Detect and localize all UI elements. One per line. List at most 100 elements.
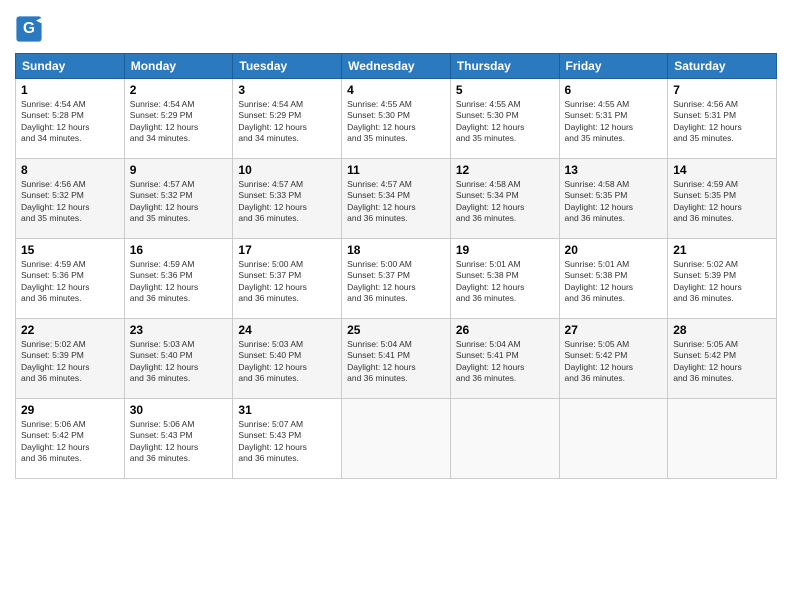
- day-number: 11: [347, 163, 445, 177]
- day-info: Sunrise: 4:55 AM Sunset: 5:31 PM Dayligh…: [565, 99, 663, 145]
- day-info: Sunrise: 5:04 AM Sunset: 5:41 PM Dayligh…: [456, 339, 554, 385]
- day-info: Sunrise: 5:01 AM Sunset: 5:38 PM Dayligh…: [565, 259, 663, 305]
- day-number: 17: [238, 243, 336, 257]
- day-number: 19: [456, 243, 554, 257]
- day-number: 13: [565, 163, 663, 177]
- calendar-cell: 9 Sunrise: 4:57 AM Sunset: 5:32 PM Daylig…: [124, 159, 233, 239]
- weekday-saturday: Saturday: [668, 54, 777, 79]
- day-number: 30: [130, 403, 228, 417]
- weekday-header-row: SundayMondayTuesdayWednesdayThursdayFrid…: [16, 54, 777, 79]
- day-number: 18: [347, 243, 445, 257]
- calendar-cell: 13 Sunrise: 4:58 AM Sunset: 5:35 PM Dayli…: [559, 159, 668, 239]
- day-info: Sunrise: 4:57 AM Sunset: 5:32 PM Dayligh…: [130, 179, 228, 225]
- day-info: Sunrise: 5:00 AM Sunset: 5:37 PM Dayligh…: [238, 259, 336, 305]
- day-info: Sunrise: 5:00 AM Sunset: 5:37 PM Dayligh…: [347, 259, 445, 305]
- weekday-wednesday: Wednesday: [342, 54, 451, 79]
- calendar-cell: 27Sunrise: 5:05 AM Sunset: 5:42 PM Dayli…: [559, 319, 668, 399]
- day-info: Sunrise: 4:54 AM Sunset: 5:28 PM Dayligh…: [21, 99, 119, 145]
- day-info: Sunrise: 4:56 AM Sunset: 5:32 PM Dayligh…: [21, 179, 119, 225]
- calendar-cell: [668, 399, 777, 479]
- day-info: Sunrise: 5:03 AM Sunset: 5:40 PM Dayligh…: [130, 339, 228, 385]
- week-row-5: 29 Sunrise: 5:06 AM Sunset: 5:42 PM Dayli…: [16, 399, 777, 479]
- day-number: 8: [21, 163, 119, 177]
- weekday-sunday: Sunday: [16, 54, 125, 79]
- calendar-cell: [342, 399, 451, 479]
- calendar-cell: 30 Sunrise: 5:06 AM Sunset: 5:43 PM Dayli…: [124, 399, 233, 479]
- calendar-cell: 21 Sunrise: 5:02 AM Sunset: 5:39 PM Dayli…: [668, 239, 777, 319]
- calendar-cell: 7 Sunrise: 4:56 AM Sunset: 5:31 PM Daylig…: [668, 79, 777, 159]
- week-row-2: 8 Sunrise: 4:56 AM Sunset: 5:32 PM Daylig…: [16, 159, 777, 239]
- day-info: Sunrise: 4:55 AM Sunset: 5:30 PM Dayligh…: [456, 99, 554, 145]
- calendar-cell: 3 Sunrise: 4:54 AM Sunset: 5:29 PM Daylig…: [233, 79, 342, 159]
- weekday-friday: Friday: [559, 54, 668, 79]
- day-number: 29: [21, 403, 119, 417]
- day-number: 24: [238, 323, 336, 337]
- calendar-cell: 4Sunrise: 4:55 AM Sunset: 5:30 PM Daylig…: [342, 79, 451, 159]
- day-number: 14: [673, 163, 771, 177]
- calendar-cell: 2 Sunrise: 4:54 AM Sunset: 5:29 PM Daylig…: [124, 79, 233, 159]
- calendar-cell: 12Sunrise: 4:58 AM Sunset: 5:34 PM Dayli…: [450, 159, 559, 239]
- day-number: 10: [238, 163, 336, 177]
- page-container: G SundayMondayTuesdayWednesdayThursdayFr…: [0, 0, 792, 489]
- day-info: Sunrise: 5:04 AM Sunset: 5:41 PM Dayligh…: [347, 339, 445, 385]
- day-number: 9: [130, 163, 228, 177]
- day-info: Sunrise: 5:02 AM Sunset: 5:39 PM Dayligh…: [673, 259, 771, 305]
- calendar-cell: 16 Sunrise: 4:59 AM Sunset: 5:36 PM Dayli…: [124, 239, 233, 319]
- day-info: Sunrise: 4:56 AM Sunset: 5:31 PM Dayligh…: [673, 99, 771, 145]
- weekday-thursday: Thursday: [450, 54, 559, 79]
- day-info: Sunrise: 4:54 AM Sunset: 5:29 PM Dayligh…: [238, 99, 336, 145]
- calendar-cell: 19 Sunrise: 5:01 AM Sunset: 5:38 PM Dayli…: [450, 239, 559, 319]
- logo: G: [15, 15, 47, 43]
- calendar-cell: 20 Sunrise: 5:01 AM Sunset: 5:38 PM Dayli…: [559, 239, 668, 319]
- day-number: 31: [238, 403, 336, 417]
- day-info: Sunrise: 5:01 AM Sunset: 5:38 PM Dayligh…: [456, 259, 554, 305]
- day-number: 22: [21, 323, 119, 337]
- day-number: 7: [673, 83, 771, 97]
- calendar-cell: 8 Sunrise: 4:56 AM Sunset: 5:32 PM Daylig…: [16, 159, 125, 239]
- calendar-cell: 14Sunrise: 4:59 AM Sunset: 5:35 PM Dayli…: [668, 159, 777, 239]
- calendar-cell: 22 Sunrise: 5:02 AM Sunset: 5:39 PM Dayli…: [16, 319, 125, 399]
- day-number: 20: [565, 243, 663, 257]
- calendar-cell: 1 Sunrise: 4:54 AM Sunset: 5:28 PM Daylig…: [16, 79, 125, 159]
- weekday-tuesday: Tuesday: [233, 54, 342, 79]
- day-number: 1: [21, 83, 119, 97]
- day-info: Sunrise: 4:59 AM Sunset: 5:36 PM Dayligh…: [21, 259, 119, 305]
- day-number: 6: [565, 83, 663, 97]
- calendar: SundayMondayTuesdayWednesdayThursdayFrid…: [15, 53, 777, 479]
- day-number: 21: [673, 243, 771, 257]
- day-number: 12: [456, 163, 554, 177]
- day-number: 25: [347, 323, 445, 337]
- day-info: Sunrise: 4:57 AM Sunset: 5:33 PM Dayligh…: [238, 179, 336, 225]
- week-row-1: 1 Sunrise: 4:54 AM Sunset: 5:28 PM Daylig…: [16, 79, 777, 159]
- day-info: Sunrise: 5:02 AM Sunset: 5:39 PM Dayligh…: [21, 339, 119, 385]
- day-info: Sunrise: 5:05 AM Sunset: 5:42 PM Dayligh…: [673, 339, 771, 385]
- calendar-cell: 24 Sunrise: 5:03 AM Sunset: 5:40 PM Dayli…: [233, 319, 342, 399]
- calendar-cell: 28 Sunrise: 5:05 AM Sunset: 5:42 PM Dayli…: [668, 319, 777, 399]
- day-info: Sunrise: 5:07 AM Sunset: 5:43 PM Dayligh…: [238, 419, 336, 465]
- calendar-cell: 10 Sunrise: 4:57 AM Sunset: 5:33 PM Dayli…: [233, 159, 342, 239]
- day-info: Sunrise: 5:03 AM Sunset: 5:40 PM Dayligh…: [238, 339, 336, 385]
- day-number: 28: [673, 323, 771, 337]
- day-number: 15: [21, 243, 119, 257]
- day-number: 2: [130, 83, 228, 97]
- svg-text:G: G: [23, 20, 35, 37]
- calendar-cell: 23 Sunrise: 5:03 AM Sunset: 5:40 PM Dayli…: [124, 319, 233, 399]
- day-info: Sunrise: 5:05 AM Sunset: 5:42 PM Dayligh…: [565, 339, 663, 385]
- day-info: Sunrise: 4:59 AM Sunset: 5:36 PM Dayligh…: [130, 259, 228, 305]
- day-info: Sunrise: 5:06 AM Sunset: 5:43 PM Dayligh…: [130, 419, 228, 465]
- day-info: Sunrise: 4:55 AM Sunset: 5:30 PM Dayligh…: [347, 99, 445, 145]
- logo-icon: G: [15, 15, 43, 43]
- calendar-cell: 18 Sunrise: 5:00 AM Sunset: 5:37 PM Dayli…: [342, 239, 451, 319]
- day-number: 3: [238, 83, 336, 97]
- week-row-3: 15 Sunrise: 4:59 AM Sunset: 5:36 PM Dayli…: [16, 239, 777, 319]
- day-info: Sunrise: 5:06 AM Sunset: 5:42 PM Dayligh…: [21, 419, 119, 465]
- calendar-cell: 29 Sunrise: 5:06 AM Sunset: 5:42 PM Dayli…: [16, 399, 125, 479]
- calendar-cell: 11Sunrise: 4:57 AM Sunset: 5:34 PM Dayli…: [342, 159, 451, 239]
- day-info: Sunrise: 4:54 AM Sunset: 5:29 PM Dayligh…: [130, 99, 228, 145]
- day-number: 16: [130, 243, 228, 257]
- day-number: 23: [130, 323, 228, 337]
- calendar-cell: 15 Sunrise: 4:59 AM Sunset: 5:36 PM Dayli…: [16, 239, 125, 319]
- calendar-cell: 25 Sunrise: 5:04 AM Sunset: 5:41 PM Dayli…: [342, 319, 451, 399]
- calendar-cell: 5Sunrise: 4:55 AM Sunset: 5:30 PM Daylig…: [450, 79, 559, 159]
- day-info: Sunrise: 4:58 AM Sunset: 5:35 PM Dayligh…: [565, 179, 663, 225]
